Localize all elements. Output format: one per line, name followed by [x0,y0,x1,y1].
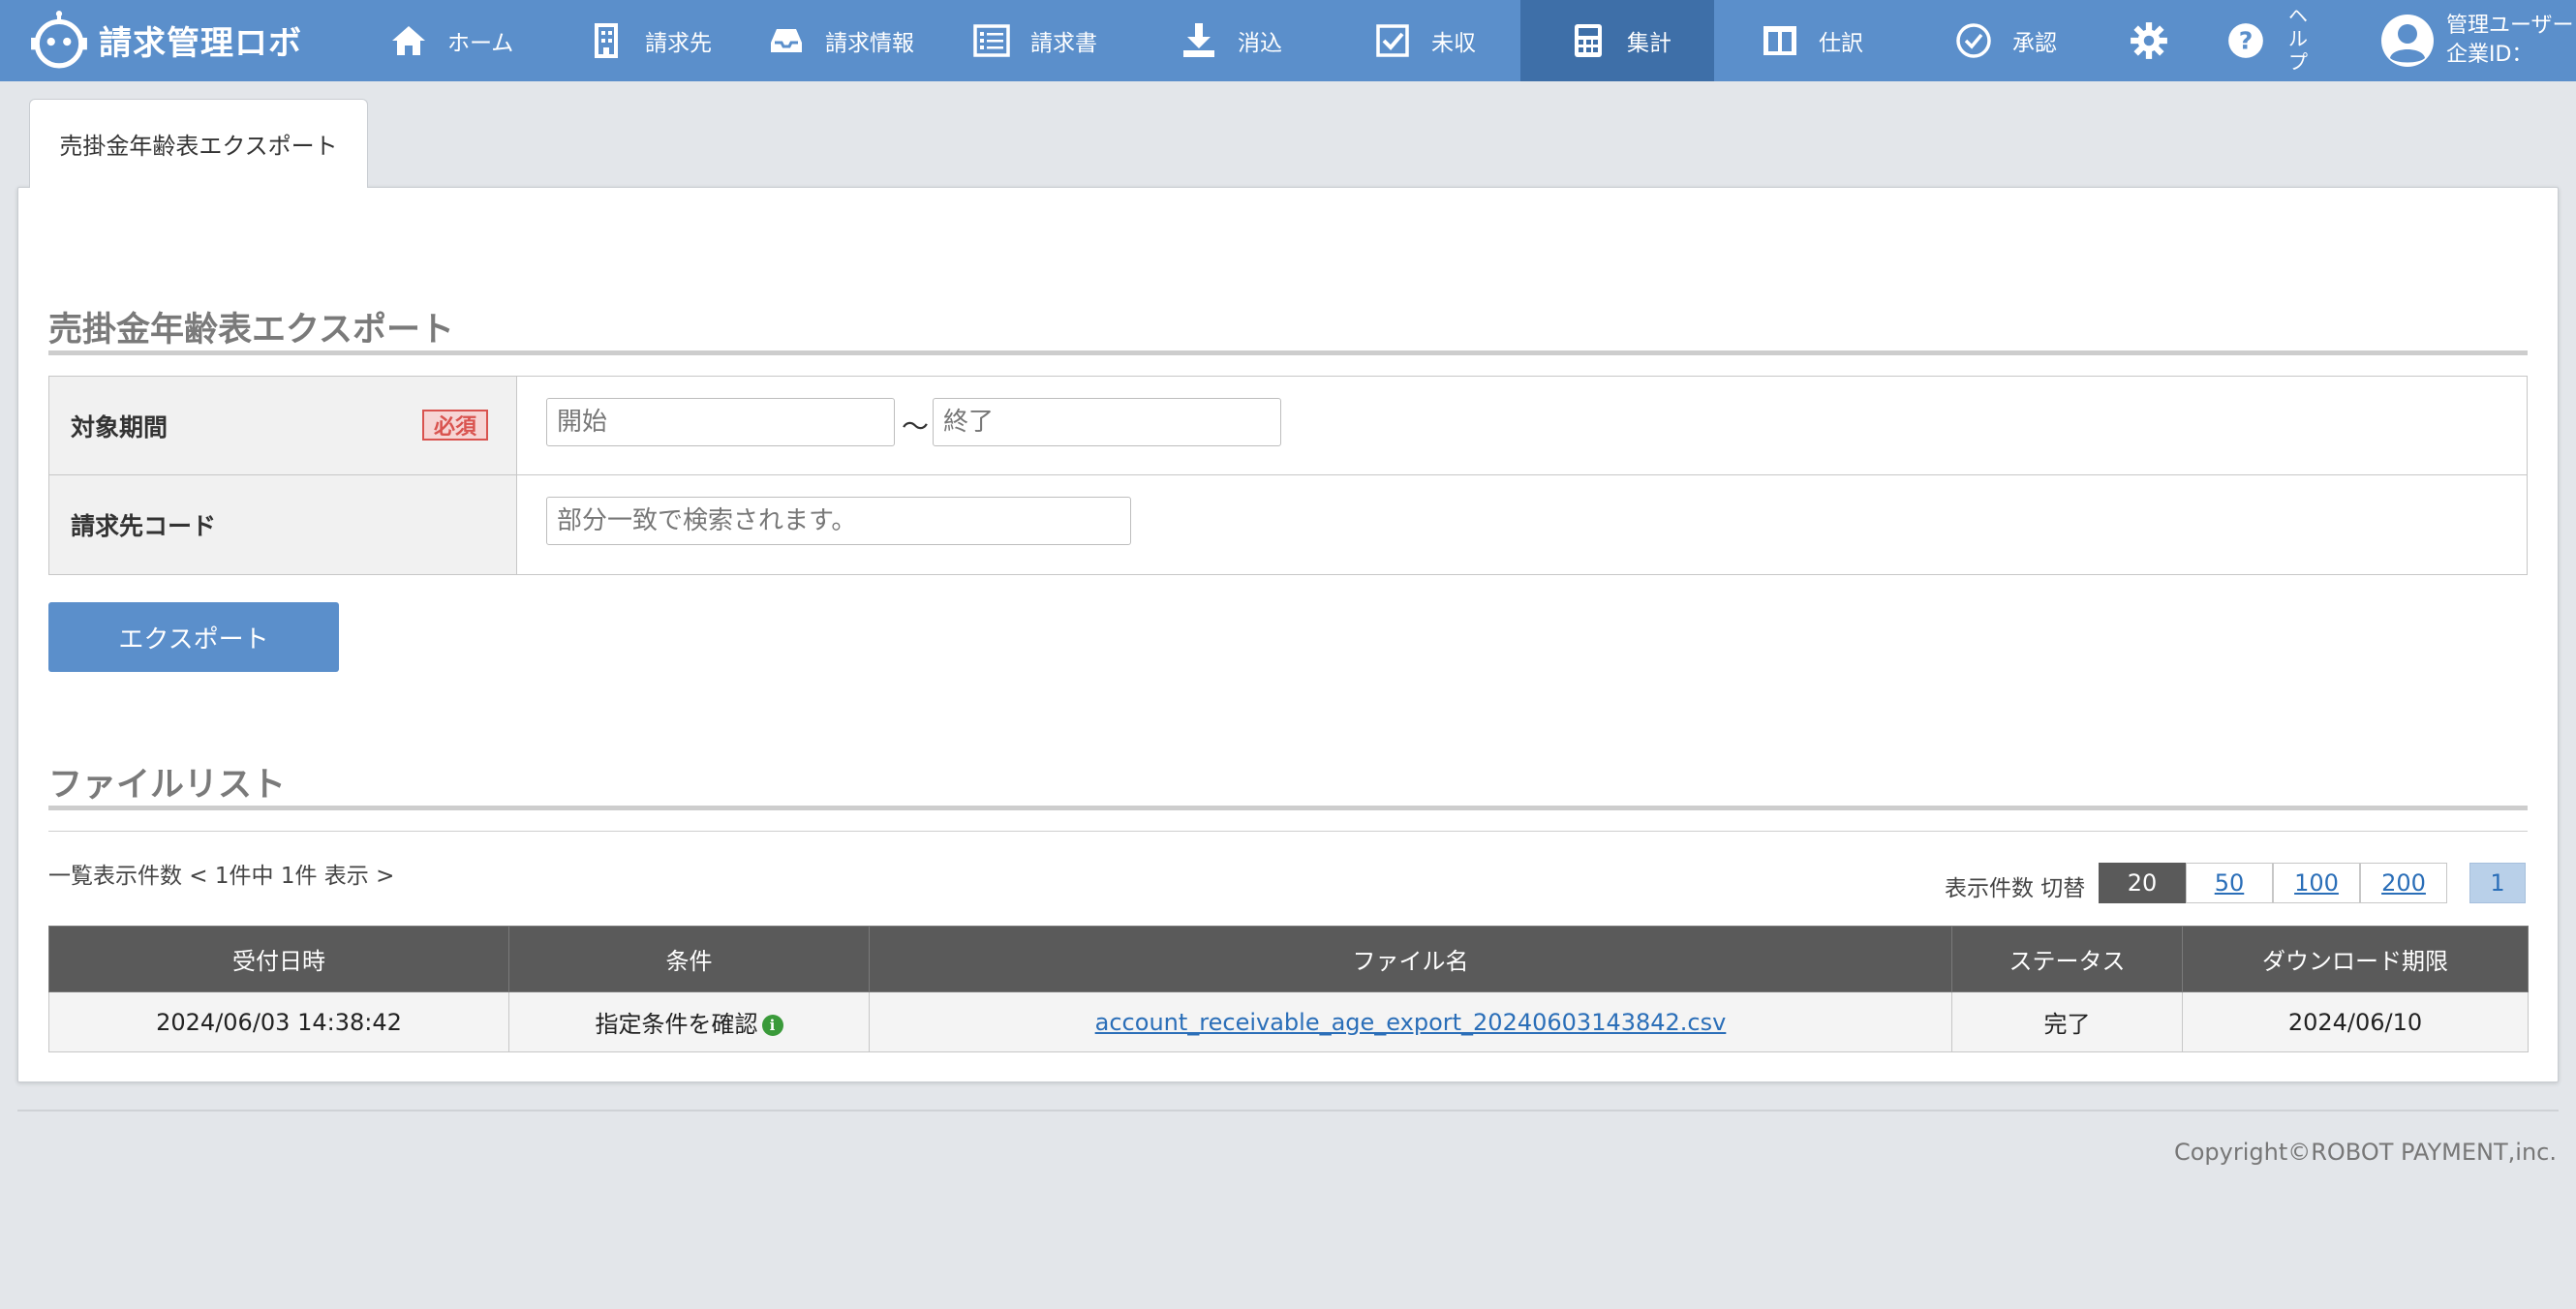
nav-reconcile[interactable]: 消込 [1180,0,1282,81]
cell-file-name: account_receivable_age_export_2024060314… [869,991,1952,1052]
check-circle-icon [1956,23,1991,58]
columns-icon [1763,26,1796,55]
col-received-at: 受付日時 [48,926,509,992]
pagination-page-1[interactable]: 1 [2469,863,2526,903]
nav-invoices-label: 請求書 [1030,31,1097,56]
user-menu[interactable]: 管理ユーザー 企業ID： [2378,0,2576,81]
help-button[interactable]: ? [2225,0,2266,81]
export-button[interactable]: エクスポート [48,602,339,672]
nav-summary[interactable]: 集計 [1520,0,1714,81]
col-download-expires: ダウンロード期限 [2182,926,2529,992]
copyright: Copyright©ROBOT PAYMENT,inc. [2173,1139,2557,1166]
tab-ar-aging-export[interactable]: 売掛金年齢表エクスポート [29,99,368,188]
nav-journal[interactable]: 仕訳 [1761,0,1863,81]
svg-text:?: ? [2239,26,2254,54]
export-form: 対象期間 必須 〜 請求先コード [48,376,2528,575]
period-start-input[interactable] [546,398,895,446]
question-circle-icon: ? [2228,23,2263,58]
table-header-row: 受付日時 条件 ファイル名 ステータス ダウンロード期限 [48,926,2529,992]
per-page-label: 表示件数 切替 [1945,876,2086,901]
period-end-input[interactable] [933,398,1281,446]
per-page-option-20[interactable]: 20 [2099,863,2186,903]
cell-received-at: 2024/06/03 14:38:42 [48,991,509,1052]
user-avatar-icon [2381,15,2434,67]
help-label[interactable]: ヘルプ [2285,4,2311,74]
calculator-icon [1575,24,1602,57]
per-page-option-50[interactable]: 50 [2186,863,2273,903]
table-row: 2024/06/03 14:38:42 指定条件を確認 i account_rec… [48,991,2529,1052]
footer-divider [17,1110,2559,1111]
settings-button[interactable] [2129,0,2169,81]
cell-status: 完了 [1951,991,2183,1052]
inbox-icon [771,29,802,52]
file-list-thin-divider [48,831,2528,832]
nav-customers-label: 請求先 [645,31,712,56]
robot-logo-icon [31,11,87,69]
customer-code-input[interactable] [546,497,1131,545]
file-list-table: 受付日時 条件 ファイル名 ステータス ダウンロード期限 2024/06/03 … [48,926,2529,1052]
condition-text: 指定条件を確認 [595,1011,758,1038]
nav-billing-info-label: 請求情報 [825,31,914,56]
per-page-option-200[interactable]: 200 [2360,863,2447,903]
nav-approval-label: 承認 [2012,31,2057,56]
app-logo[interactable]: 請求管理ロボ [29,6,302,74]
home-icon [392,26,425,55]
period-row: 対象期間 必須 〜 [49,377,2527,475]
file-download-link[interactable]: account_receivable_age_export_2024060314… [1095,1009,1727,1036]
cell-condition[interactable]: 指定条件を確認 i [508,991,870,1052]
info-icon[interactable]: i [761,1015,783,1036]
user-name: 管理ユーザー [2446,14,2574,38]
list-icon [973,24,1010,57]
nav-unpaid-label: 未収 [1431,31,1476,56]
col-file-name: ファイル名 [869,926,1952,992]
list-count-text: 一覧表示件数 < 1件中 1件 表示 > [48,864,395,889]
gear-icon [2131,22,2167,59]
nav-home-label: ホーム [447,31,514,56]
download-icon [1183,23,1214,57]
building-icon [595,23,618,58]
nav-home[interactable]: ホーム [389,0,513,81]
col-status: ステータス [1951,926,2183,992]
customer-code-label: 請求先コード [49,475,517,574]
period-tilde: 〜 [902,411,930,442]
file-list-title: ファイルリスト [48,766,287,805]
nav-billing-info[interactable]: 請求情報 [767,0,914,81]
checkbox-icon [1376,24,1409,57]
per-page-option-100[interactable]: 100 [2273,863,2360,903]
nav-summary-label: 集計 [1627,31,1671,56]
customer-code-row: 請求先コード [49,475,2527,574]
required-badge: 必須 [422,410,488,441]
file-list-divider [48,806,2528,810]
nav-unpaid[interactable]: 未収 [1373,0,1476,81]
company-id: 企業ID： [2446,43,2533,67]
cell-download-expires: 2024/06/10 [2182,991,2529,1052]
period-label: 対象期間 必須 [49,377,517,474]
top-nav: 請求管理ロボ ホーム 請求先 請求情報 請求書 消込 未収 集計 仕訳 承認 ? [0,0,2576,81]
col-condition: 条件 [508,926,870,992]
nav-customers[interactable]: 請求先 [587,0,712,81]
nav-invoices[interactable]: 請求書 [972,0,1097,81]
period-label-text: 対象期間 [71,412,169,441]
nav-approval[interactable]: 承認 [1954,0,2057,81]
export-section-title: 売掛金年齢表エクスポート [48,311,454,350]
app-name: 請求管理ロボ [99,23,302,63]
nav-reconcile-label: 消込 [1238,31,1282,56]
export-section-divider [48,350,2528,355]
nav-journal-label: 仕訳 [1819,31,1863,56]
